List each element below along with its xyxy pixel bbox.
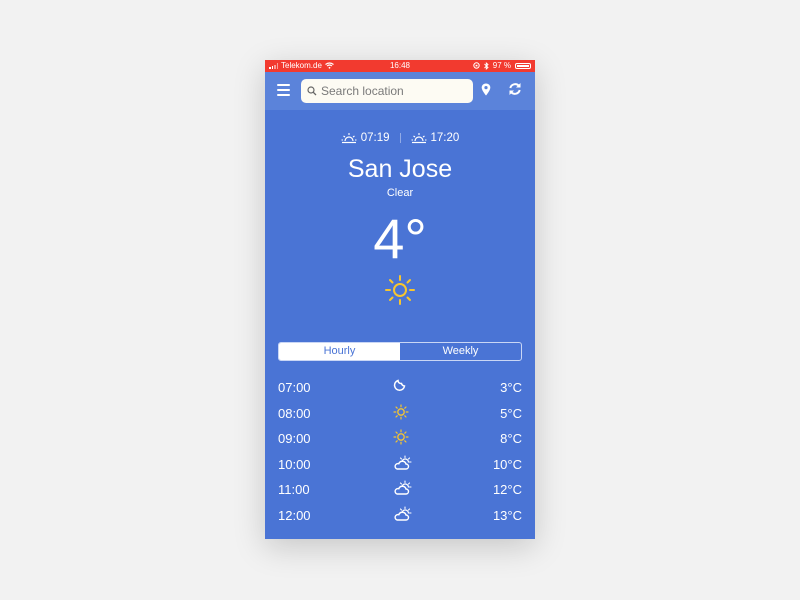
search-icon [307,86,317,96]
divider [399,133,401,143]
sun-icon [385,275,415,305]
hour-temperature: 8°C [500,431,522,447]
location-button[interactable] [481,83,491,101]
hourly-row: 11:00 12°C [278,477,522,503]
forecast-tabs: Hourly Weekly [278,342,522,361]
hourly-row: 09:00 8°C [278,426,522,452]
hourly-row: 12:00 13°C [278,503,522,529]
hour-label: 12:00 [278,507,311,523]
hourly-row: 08:00 5°C [278,401,522,427]
sunset-icon [411,133,426,144]
hour-temperature: 5°C [500,405,522,421]
tab-hourly[interactable]: Hourly [279,343,400,360]
menu-button[interactable] [277,84,290,96]
sunrise-time: 07:19 [360,132,390,144]
city-name: San Jose [347,155,453,183]
tab-weekly[interactable]: Weekly [400,343,521,360]
hour-temperature: 3°C [500,380,522,396]
rotation-lock-icon [473,62,480,69]
hour-temperature: 13°C [492,507,522,523]
top-bar [265,72,535,110]
map-pin-icon [481,83,491,96]
weather-condition: Clear [386,187,414,199]
sun-times: 07:19 17:20 [265,132,535,144]
hamburger-menu-icon [277,84,290,86]
current-temperature: 4° [373,207,427,270]
hour-temperature: 10°C [492,456,522,472]
sunrise-icon [341,133,357,144]
hour-temperature: 12°C [492,482,522,498]
search-input[interactable] [321,84,471,98]
hour-label: 10:00 [278,456,311,472]
hourly-row: 10:00 10°C [278,452,522,478]
partly-cloudy-icon [393,505,413,525]
moon-icon [393,378,407,395]
sunset-time: 17:20 [430,132,460,144]
sun-icon [393,429,409,448]
sun-icon [393,403,409,423]
status-bar: Telekom.de 16:48 97 % [265,60,535,72]
hourly-forecast-list: 07:00 3°C 08:00 5°C 09:00 8°C 10:00 10°C 11:00 12… [278,375,522,528]
hourly-row: 07:00 3°C [278,375,522,401]
hour-label: 11:00 [278,482,310,498]
partly-cloudy-icon [393,454,413,474]
hour-label: 07:00 [278,380,311,396]
hour-label: 09:00 [278,431,311,447]
phone-screen: Telekom.de 16:48 97 % 07:19 17:20 [265,60,535,539]
bluetooth-icon [483,61,489,70]
current-weather-icon [384,274,416,311]
search-box[interactable] [301,79,473,103]
battery-percent: 97 % [492,61,511,70]
refresh-icon [509,83,521,95]
battery-icon [515,62,531,69]
hour-label: 08:00 [278,405,311,421]
partly-cloudy-icon [393,480,413,499]
refresh-button[interactable] [508,82,522,101]
